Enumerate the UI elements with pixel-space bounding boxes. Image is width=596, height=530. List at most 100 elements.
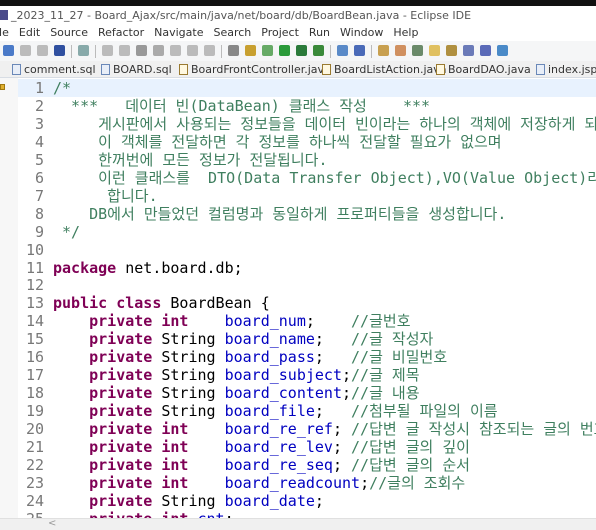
plain-token: BoardBean { — [161, 294, 270, 313]
menu-project[interactable]: Project — [261, 25, 299, 41]
code-text: private int cnt; — [53, 510, 234, 518]
toolbar-button-icon[interactable] — [412, 45, 423, 56]
toolbar-button-icon[interactable] — [228, 45, 239, 56]
toolbar — [0, 41, 596, 61]
toolbar-button-icon[interactable] — [480, 45, 491, 56]
code-text: 게시판에서 사용되는 정보들을 데이터 빈이라는 하나의 객체에 저장하게 되고 — [53, 115, 596, 133]
toolbar-button-icon[interactable] — [395, 45, 406, 56]
code-line: 1 /* — [18, 79, 596, 97]
tab-boardlistaction-java[interactable]: BoardListAction.java — [322, 61, 447, 77]
toolbar-button-icon[interactable] — [463, 45, 474, 56]
menu-edit[interactable]: Edit — [19, 25, 40, 41]
menu-help[interactable]: Help — [393, 25, 418, 41]
code-text: private String board_pass; //글 비밀번호 — [53, 348, 447, 366]
toolbar-button-icon[interactable] — [354, 45, 365, 56]
keyword-token: private — [89, 348, 153, 367]
toolbar-button-icon[interactable] — [262, 45, 273, 56]
toolbar-button-icon[interactable] — [296, 45, 307, 56]
line-number: 18 — [25, 384, 44, 403]
toolbar-button-icon[interactable] — [337, 45, 348, 56]
field-token: board_file — [224, 402, 315, 421]
menu-search[interactable]: Search — [213, 25, 251, 41]
code-line: 13 public class BoardBean { — [18, 294, 596, 312]
toolbar-button-icon[interactable] — [3, 45, 14, 56]
code-line: 5 한꺼번에 모든 정보가 전달됩니다. — [18, 151, 596, 169]
menu-window[interactable]: Window — [340, 25, 383, 41]
menu-navigate[interactable]: Navigate — [154, 25, 203, 41]
code-text: private String board_date; — [53, 492, 324, 510]
code-line: 22 private int board_re_seq; //답변 글의 순서 — [18, 456, 596, 474]
toolbar-separator — [95, 45, 96, 58]
toolbar-button-icon[interactable] — [20, 45, 31, 56]
keyword-token: private — [89, 330, 153, 349]
menu-source[interactable]: Source — [50, 25, 88, 41]
plain-token: ; — [225, 510, 234, 518]
toolbar-separator — [330, 45, 331, 58]
toolbar-button-icon[interactable] — [54, 45, 65, 56]
comment-token: *** 데이터 빈(DataBean) 클래스 작성 *** — [53, 96, 431, 115]
line-number: 23 — [25, 473, 44, 492]
comment-token: 게시판에서 사용되는 정보들을 데이터 빈이라는 하나의 객체에 저장하게 되고 — [53, 114, 596, 133]
tab-boardfrontcontroller-java[interactable]: BoardFrontController.java — [179, 61, 331, 77]
code-text: /* — [53, 79, 71, 97]
toolbar-button-icon[interactable] — [136, 45, 147, 56]
toolbar-button-icon[interactable] — [37, 45, 48, 56]
line-number: 7 — [34, 186, 44, 205]
toolbar-button-icon[interactable] — [204, 45, 215, 56]
tab-comment-sql[interactable]: comment.sql — [12, 61, 96, 77]
field-token: cnt — [198, 510, 225, 518]
toolbar-button-icon[interactable] — [102, 45, 113, 56]
field-token: board_name — [224, 330, 315, 349]
code-text: private String board_name; //글 작성자 — [53, 330, 433, 348]
comment-token: //글번호 — [351, 312, 411, 331]
toolbar-button-icon[interactable] — [187, 45, 198, 56]
horizontal-scrollbar[interactable]: < — [0, 518, 596, 530]
toolbar-button-icon[interactable] — [313, 45, 324, 56]
field-token: board_subject — [224, 366, 342, 385]
toolbar-button-icon[interactable] — [446, 45, 457, 56]
toolbar-button-icon[interactable] — [119, 45, 130, 56]
toolbar-button-icon[interactable] — [429, 45, 440, 56]
toolbar-button-icon[interactable] — [78, 45, 89, 56]
tab-boarddao-java[interactable]: BoardDAO.java — [436, 61, 531, 77]
plain-token: ; — [342, 384, 352, 403]
toolbar-button-icon[interactable] — [378, 45, 389, 56]
code-line: 21 private int board_re_lev; //답변 글의 깊이 — [18, 438, 596, 456]
toolbar-button-icon[interactable] — [497, 45, 508, 56]
menu-ile[interactable]: ile — [0, 25, 9, 41]
field-token: board_content — [224, 384, 342, 403]
tab-board-sql[interactable]: BOARD.sql — [101, 61, 172, 77]
code-text: 이 객체를 전달하면 각 정보를 하나씩 전달할 필요가 없으며 — [53, 133, 501, 151]
comment-token: //글 작성자 — [351, 330, 434, 349]
toolbar-button-icon[interactable] — [245, 45, 256, 56]
field-token: board_num — [224, 312, 306, 331]
code-line: 17 private String board_subject;//글 제목 — [18, 366, 596, 384]
line-number: 19 — [25, 402, 44, 421]
scroll-left-arrow[interactable]: < — [48, 518, 56, 529]
comment-token: 한꺼번에 모든 정보가 전달됩니다. — [53, 150, 328, 169]
code-line: 10 — [18, 241, 596, 259]
toolbar-button-icon[interactable] — [279, 45, 290, 56]
tab-index-jsp[interactable]: index.jsp — [536, 61, 596, 77]
code-text: */ — [53, 223, 80, 241]
plain-token: String — [152, 348, 225, 367]
plain-token: ; — [314, 402, 352, 421]
menu-run[interactable]: Run — [309, 25, 330, 41]
menu-refactor[interactable]: Refactor — [98, 25, 144, 41]
comment-token: DB에서 만들었던 컬럼명과 동일하게 프로퍼티들을 생성합니다. — [53, 204, 507, 223]
plain-token: ; — [332, 455, 352, 474]
tab-label: BoardFrontController.java — [191, 63, 331, 76]
plain-token: ; — [314, 330, 352, 349]
code-editor[interactable]: 1/* 2 *** 데이터 빈(DataBean) 클래스 작성 *** 3 게시판… — [0, 78, 596, 518]
line-number: 15 — [25, 330, 44, 349]
toolbar-button-icon[interactable] — [170, 45, 181, 56]
toolbar-button-icon[interactable] — [153, 45, 164, 56]
comment-token: /* — [53, 79, 72, 97]
code-text: DB에서 만들었던 컬럼명과 동일하게 프로퍼티들을 생성합니다. — [53, 205, 506, 223]
